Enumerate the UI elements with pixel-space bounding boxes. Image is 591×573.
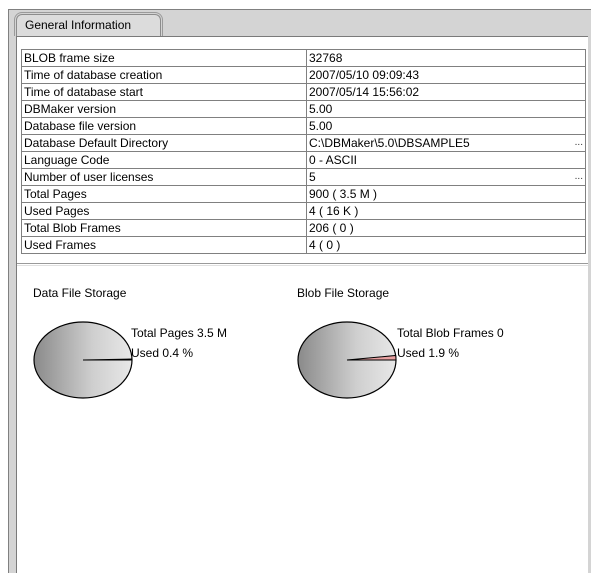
info-value: 4 ( 0 ) <box>306 236 586 254</box>
info-key: Used Pages <box>21 202 307 220</box>
info-value: 206 ( 0 ) <box>306 219 586 237</box>
blob-total-frames-label: Total Blob Frames 0 <box>397 326 504 340</box>
info-value: 4 ( 16 K ) <box>306 202 586 220</box>
info-value-text: 2007/05/14 15:56:02 <box>309 85 420 99</box>
info-value-text: 5.00 <box>309 119 333 133</box>
info-value-text: 2007/05/10 09:09:43 <box>309 68 420 82</box>
info-key: Number of user licenses <box>21 168 307 186</box>
info-value: 2007/05/10 09:09:43 <box>306 66 586 84</box>
info-value-text: 32768 <box>309 51 343 65</box>
info-value: 0 - ASCII <box>306 151 586 169</box>
info-key: BLOB frame size <box>21 49 307 67</box>
top-bar <box>0 0 591 9</box>
info-value: 2007/05/14 15:56:02 <box>306 83 586 101</box>
info-value-text: 206 ( 0 ) <box>309 221 354 235</box>
info-value: 900 ( 3.5 M ) <box>306 185 586 203</box>
info-value-text: C:\DBMaker\5.0\DBSAMPLE5 <box>309 136 470 150</box>
info-value-text: 5 <box>309 170 316 184</box>
info-value-text: 5.00 <box>309 102 333 116</box>
data-total-pages-label: Total Pages 3.5 M <box>131 326 228 340</box>
info-row[interactable]: Database Default Directory C:\DBMaker\5.0… <box>21 134 586 152</box>
info-value-text: 4 ( 0 ) <box>309 238 341 252</box>
info-table: BLOB frame size 32768 Time of database cre… <box>21 49 586 254</box>
info-row[interactable]: Total Blob Frames 206 ( 0 ) <box>21 219 586 237</box>
info-key: Time of database start <box>21 83 307 101</box>
more-button[interactable]: ... <box>575 136 583 151</box>
info-value-text: 0 - ASCII <box>309 153 358 167</box>
info-row[interactable]: Used Pages 4 ( 16 K ) <box>21 202 586 220</box>
blob-file-storage-title: Blob File Storage <box>297 286 390 300</box>
info-row[interactable]: DBMaker version 5.00 <box>21 100 586 118</box>
info-row[interactable]: Number of user licenses 5... <box>21 168 586 186</box>
info-key: Language Code <box>21 151 307 169</box>
data-file-storage-title: Data File Storage <box>33 286 127 300</box>
info-row[interactable]: Time of database start 2007/05/14 15:56:0… <box>21 83 586 101</box>
info-row[interactable]: Database file version 5.00 <box>21 117 586 135</box>
info-row[interactable]: Language Code 0 - ASCII <box>21 151 586 169</box>
more-button[interactable]: ... <box>575 170 583 185</box>
section-divider <box>17 263 588 264</box>
info-key: Database Default Directory <box>21 134 307 152</box>
info-key: Database file version <box>21 117 307 135</box>
info-value: 5.00 <box>306 100 586 118</box>
info-key: DBMaker version <box>21 100 307 118</box>
tab-label: General Information <box>25 18 132 32</box>
data-file-storage-pie <box>33 321 133 399</box>
info-key: Total Pages <box>21 185 307 203</box>
info-value: 5... <box>306 168 586 186</box>
info-value: 32768 <box>306 49 586 67</box>
info-row[interactable]: Total Pages 900 ( 3.5 M ) <box>21 185 586 203</box>
tab-general-information[interactable]: General Information <box>16 14 161 36</box>
info-row[interactable]: Used Frames 4 ( 0 ) <box>21 236 586 254</box>
info-value: C:\DBMaker\5.0\DBSAMPLE5... <box>306 134 586 152</box>
section-divider-highlight <box>17 265 588 266</box>
info-key: Used Frames <box>21 236 307 254</box>
blob-file-storage-pie <box>297 321 397 399</box>
info-key: Total Blob Frames <box>21 219 307 237</box>
info-key: Time of database creation <box>21 66 307 84</box>
info-value-text: 900 ( 3.5 M ) <box>309 187 378 201</box>
data-used-label: Used 0.4 % <box>131 346 194 360</box>
blob-used-label: Used 1.9 % <box>397 346 460 360</box>
info-row[interactable]: Time of database creation 2007/05/10 09:0… <box>21 66 586 84</box>
info-row[interactable]: BLOB frame size 32768 <box>21 49 586 67</box>
info-value-text: 4 ( 16 K ) <box>309 204 359 218</box>
info-value: 5.00 <box>306 117 586 135</box>
